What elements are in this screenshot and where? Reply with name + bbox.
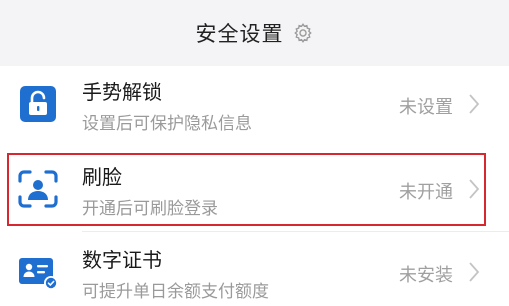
page-title: 安全设置: [195, 22, 284, 46]
header-bar: 安全设置: [0, 0, 509, 66]
item-subtitle: 可提升单日余额支付额度: [82, 282, 269, 302]
gear-icon[interactable]: [292, 22, 314, 44]
list-item-digital-certificate[interactable]: 数字证书 可提升单日余额支付额度 未安装: [0, 234, 509, 306]
lock-icon: [16, 84, 60, 124]
item-title: 数字证书: [82, 248, 162, 272]
face-scan-icon: [16, 169, 60, 209]
chevron-right-icon: [467, 260, 481, 284]
security-settings-screen: 安全设置 手势解锁 设置后可保护隐私信息 未设置 刷脸 开通后可刷脸登录 未开通…: [0, 0, 509, 306]
status-text: 未安装: [399, 265, 453, 286]
digital-certificate-icon: [16, 252, 60, 292]
chevron-right-icon: [467, 177, 481, 201]
divider: [82, 231, 509, 232]
status-text: 未开通: [399, 182, 453, 203]
list-item-face-login[interactable]: 刷脸 开通后可刷脸登录 未开通: [0, 151, 509, 227]
item-subtitle: 设置后可保护隐私信息: [82, 114, 252, 134]
item-title: 刷脸: [82, 165, 122, 189]
list-item-gesture-unlock[interactable]: 手势解锁 设置后可保护隐私信息 未设置: [0, 66, 509, 142]
item-title: 手势解锁: [82, 80, 162, 104]
chevron-right-icon: [467, 92, 481, 116]
item-subtitle: 开通后可刷脸登录: [82, 199, 218, 219]
status-text: 未设置: [399, 97, 453, 118]
